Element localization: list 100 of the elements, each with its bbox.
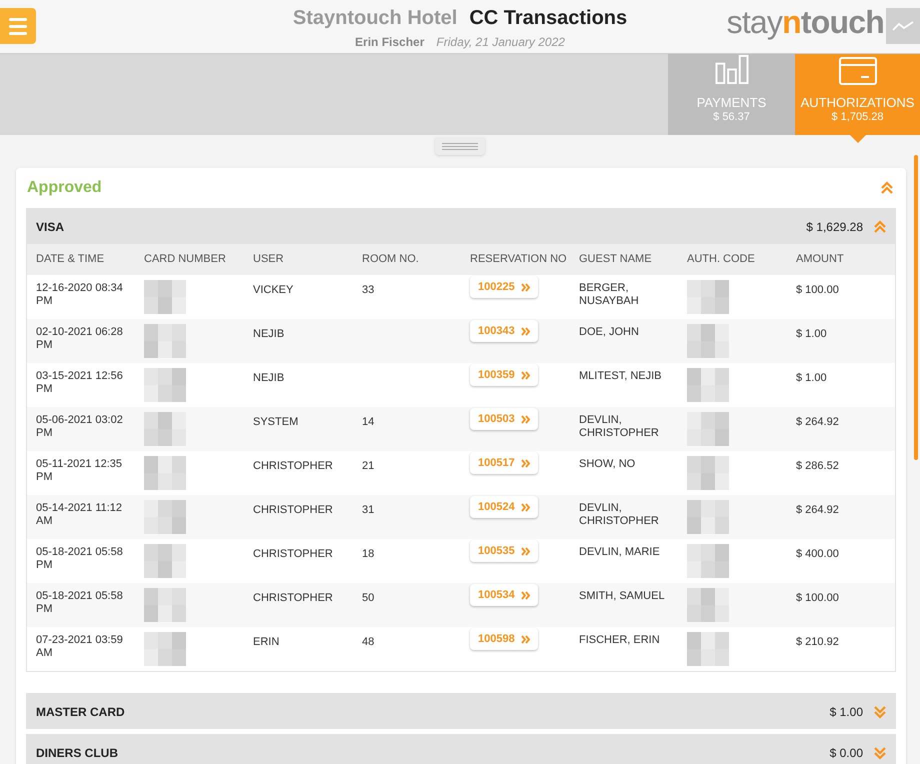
table-cell-text: BERGER, NUSAYBAH [579,282,640,308]
table-cell-text: 07-23-2021 03:59 AM [36,634,124,660]
reservation-link[interactable]: 100524 [470,496,538,518]
column-header: ROOM NO. [362,252,420,268]
table-cell-text: 14 [362,415,376,430]
card-total: $ 1.00 [830,704,863,721]
card-total: $ 0.00 [830,745,863,762]
table-cell-text: 48 [362,635,376,650]
table-cell-text: CHRISTOPHER [253,459,334,474]
reservation-link[interactable]: 100534 [470,584,538,606]
table-cell-text: 05-06-2021 03:02 PM [36,414,124,440]
card-type: DINERS CLUB [36,745,118,762]
logo: stayntouch [726,6,884,38]
column-header: USER [253,252,285,268]
table-cell-text: SHOW, NO [579,458,636,471]
reservation-link[interactable]: 100343 [470,320,538,342]
drag-handle[interactable] [435,137,485,155]
table-cell-text: $ 100.00 [796,591,840,606]
column-header: AMOUNT [796,252,845,268]
card-total: $ 1,629.28 [806,219,863,236]
card-group-header[interactable]: VISA $ 1,629.28 [26,208,896,244]
double-chevron-right-icon [520,546,530,556]
page-title: CC Transactions [469,6,628,30]
card-group-header[interactable]: MASTER CARD $ 1.00 [26,693,896,729]
double-chevron-right-icon [520,326,530,336]
table-cell-text: $ 210.92 [796,635,840,650]
table-cell-text: NEJIB [253,371,286,386]
table-cell-text: 18 [362,547,376,562]
double-chevron-right-icon [520,634,530,644]
section-title: Approved [27,178,102,198]
table-cell-text: $ 100.00 [796,283,840,298]
double-chevron-right-icon [520,502,530,512]
double-chevron-right-icon [520,590,530,600]
table-cell-text: CHRISTOPHER [253,547,334,562]
table-cell-text: CHRISTOPHER [253,591,334,606]
trend-line-icon [892,20,914,32]
table-cell-text: 33 [362,283,376,298]
tab-amount: $ 56.37 [713,111,750,125]
double-chevron-right-icon [520,414,530,424]
column-header: CARD NUMBER [144,252,227,268]
card-type: MASTER CARD [36,704,125,721]
table-cell-text: $ 400.00 [796,547,840,562]
table-cell-text: DEVLIN, CHRISTOPHER [579,502,660,528]
table-cell-text: 05-14-2021 11:12 AM [36,502,124,528]
card-group-header[interactable]: DINERS CLUB $ 0.00 [26,734,896,764]
table-cell-text: DEVLIN, MARIE [579,546,661,559]
table-cell-text: FISCHER, ERIN [579,634,661,647]
table-cell-text: 31 [362,503,376,518]
menu-button[interactable] [0,8,36,44]
table-cell-text: 05-18-2021 05:58 PM [36,546,124,572]
expand-icon[interactable] [873,746,887,760]
reservation-link[interactable]: 100503 [470,408,538,430]
reservation-link[interactable]: 100225 [470,276,538,298]
scrollbar[interactable] [914,155,918,460]
table-cell-text: 02-10-2021 06:28 PM [36,326,124,352]
tab-amount: $ 1,705.28 [832,111,884,125]
table-cell-text: DOE, JOHN [579,326,640,339]
table-cell-text: $ 264.92 [796,503,840,518]
summary-tab[interactable]: AUTHORIZATIONS $ 1,705.28 [795,54,920,135]
tab-label: AUTHORIZATIONS [800,95,914,112]
card-type: VISA [36,219,64,236]
hotel-name: Stayntouch Hotel [292,6,458,30]
tab-label: PAYMENTS [696,95,766,112]
collapse-icon[interactable] [873,220,887,234]
double-chevron-right-icon [520,282,530,292]
column-header: GUEST NAME [579,252,653,268]
activity-button[interactable] [886,8,920,44]
double-chevron-right-icon [520,458,530,468]
table-cell-text: NEJIB [253,327,286,342]
table-cell-text: 05-11-2021 12:35 PM [36,458,124,484]
table-cell-text: CHRISTOPHER [253,503,334,518]
reservation-link[interactable]: 100535 [470,540,538,562]
credit-card-icon [838,57,876,85]
column-header: DATE & TIME [36,252,106,268]
table-cell-text: 03-15-2021 12:56 PM [36,370,124,396]
table-cell-text: MLITEST, NEJIB [579,370,663,383]
user-name: Erin Fischer [355,34,424,50]
reservation-link[interactable]: 100359 [470,364,538,386]
table-cell-text: $ 264.92 [796,415,840,430]
table-cell-text: VICKEY [253,283,294,298]
column-header: RESERVATION NO [470,252,568,268]
column-header: AUTH. CODE [687,252,756,268]
double-chevron-right-icon [520,370,530,380]
current-date: Friday, 21 January 2022 [436,34,565,50]
table-cell-text: 05-18-2021 05:58 PM [36,590,124,616]
expand-icon[interactable] [873,705,887,719]
table-cell-text: $ 286.52 [796,459,840,474]
table-cell-text: SYSTEM [253,415,300,430]
table-cell-text: 12-16-2020 08:34 PM [36,282,124,308]
table-cell-text: DEVLIN, CHRISTOPHER [579,414,660,440]
reservation-link[interactable]: 100598 [470,628,538,650]
table-cell-text: 21 [362,459,376,474]
table-cell-text: 50 [362,591,376,606]
table-cell-text: $ 1.00 [796,371,828,386]
table-cell-text: SMITH, SAMUEL [579,590,666,603]
selection-pointer [850,135,866,143]
collapse-icon[interactable] [880,181,894,195]
reservation-link[interactable]: 100517 [470,452,538,474]
summary-tab[interactable]: PAYMENTS $ 56.37 [668,54,795,135]
table-cell-text: $ 1.00 [796,327,828,342]
